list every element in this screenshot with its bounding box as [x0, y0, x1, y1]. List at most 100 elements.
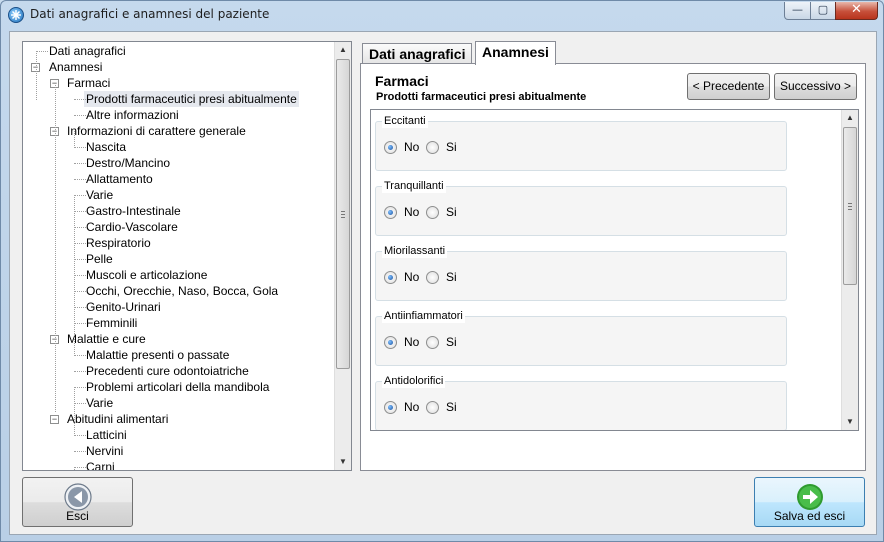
- group-title: Eccitanti: [382, 115, 428, 128]
- radio-si[interactable]: [426, 141, 439, 154]
- app-window: Dati anagrafici e anamnesi del paziente …: [0, 0, 884, 542]
- tree-connector: [74, 227, 86, 228]
- tree-connector: [74, 195, 86, 196]
- tree-connector: [74, 387, 75, 436]
- radio-no[interactable]: [384, 401, 397, 414]
- radio-no-label[interactable]: No: [404, 400, 419, 415]
- tree-item[interactable]: Altre informazioni: [84, 107, 181, 123]
- tree-item[interactable]: Abitudini alimentari: [65, 411, 170, 427]
- close-button[interactable]: ✕: [835, 2, 878, 20]
- tree-item[interactable]: Femminili: [84, 315, 139, 331]
- title-bar[interactable]: Dati anagrafici e anamnesi del paziente …: [1, 1, 883, 27]
- radio-si-label[interactable]: Si: [446, 335, 457, 350]
- next-button[interactable]: Successivo >: [774, 73, 857, 100]
- tree-item[interactable]: Problemi articolari della mandibola: [84, 379, 271, 395]
- forward-arrow-icon: [796, 483, 824, 511]
- exit-button[interactable]: Esci: [22, 477, 133, 527]
- tree-item[interactable]: Varie: [84, 187, 115, 203]
- tree-connector: [74, 371, 86, 372]
- tree-item[interactable]: Malattie presenti o passate: [84, 347, 231, 363]
- tree-item[interactable]: Prodotti farmaceutici presi abitualmente: [84, 91, 299, 107]
- tree-item[interactable]: Allattamento: [84, 171, 155, 187]
- radio-si[interactable]: [426, 206, 439, 219]
- maximize-button[interactable]: ▢: [810, 2, 836, 20]
- scroll-down-icon[interactable]: ▼: [335, 454, 351, 470]
- tree-content: Dati anagrafici Anamnesi − Farmaci − Prodotti…: [23, 42, 335, 470]
- radio-si[interactable]: [426, 271, 439, 284]
- radio-si-label[interactable]: Si: [446, 270, 457, 285]
- radio-si-label[interactable]: Si: [446, 140, 457, 155]
- tree-item[interactable]: Destro/Mancino: [84, 155, 172, 171]
- tree-item[interactable]: Malattie e cure: [65, 331, 148, 347]
- tree-item[interactable]: Farmaci: [65, 75, 112, 91]
- scroll-down-icon[interactable]: ▼: [842, 414, 858, 430]
- tree-item[interactable]: Pelle: [84, 251, 115, 267]
- radio-no-label[interactable]: No: [404, 140, 419, 155]
- tree-item[interactable]: Occhi, Orecchie, Naso, Bocca, Gola: [84, 283, 280, 299]
- radio-no-label[interactable]: No: [404, 205, 419, 220]
- anamnesi-panel: Farmaci Prodotti farmaceutici presi abit…: [360, 63, 866, 471]
- back-arrow-icon: [63, 483, 92, 511]
- group-title: Antiinfiammatori: [382, 310, 465, 323]
- tab-anamnesi[interactable]: Anamnesi: [475, 41, 556, 65]
- questions-scrollbar[interactable]: ▲ ▼: [841, 110, 858, 430]
- close-icon: ✕: [851, 2, 862, 17]
- tree-scroll-thumb[interactable]: [336, 59, 350, 369]
- scroll-up-icon[interactable]: ▲: [842, 110, 858, 126]
- collapse-icon[interactable]: −: [50, 415, 59, 424]
- tree-item[interactable]: Latticini: [84, 427, 129, 443]
- radio-no-label[interactable]: No: [404, 270, 419, 285]
- tree-scrollbar[interactable]: ▲ ▼: [334, 42, 351, 470]
- tree-item[interactable]: Nascita: [84, 139, 128, 155]
- tree-connector: [74, 243, 86, 244]
- radio-si[interactable]: [426, 336, 439, 349]
- tree-connector: [74, 211, 86, 212]
- radio-si[interactable]: [426, 401, 439, 414]
- tree-item[interactable]: Cardio-Vascolare: [84, 219, 180, 235]
- tree-item[interactable]: Anamnesi: [47, 59, 104, 75]
- tree-connector: [74, 403, 86, 404]
- tree-item[interactable]: Muscoli e articolazione: [84, 267, 209, 283]
- navigation-tree[interactable]: Dati anagrafici Anamnesi − Farmaci − Prodotti…: [22, 41, 352, 471]
- maximize-icon: ▢: [817, 3, 829, 16]
- app-icon: [8, 7, 24, 23]
- save-label: Salva ed esci: [773, 509, 846, 523]
- tab-dati-anagrafici[interactable]: Dati anagrafici: [362, 43, 473, 65]
- tree-item[interactable]: Genito-Urinari: [84, 299, 163, 315]
- tree-item[interactable]: Dati anagrafici: [47, 43, 128, 59]
- tree-item[interactable]: Gastro-Intestinale: [84, 203, 183, 219]
- tree-item[interactable]: Respiratorio: [84, 235, 153, 251]
- radio-no-label[interactable]: No: [404, 335, 419, 350]
- radio-si-label[interactable]: Si: [446, 205, 457, 220]
- tree-connector: [74, 323, 86, 324]
- tree-connector: [36, 51, 37, 100]
- previous-button[interactable]: < Precedente: [687, 73, 770, 100]
- tree-item[interactable]: Carni: [84, 459, 117, 470]
- save-and-exit-button[interactable]: Salva ed esci: [754, 477, 865, 527]
- tree-item[interactable]: Precedenti cure odontoiatriche: [84, 363, 251, 379]
- tree-connector: [74, 467, 86, 468]
- scroll-up-icon[interactable]: ▲: [335, 42, 351, 58]
- tree-item[interactable]: Informazioni di carattere generale: [65, 123, 248, 139]
- radio-no[interactable]: [384, 141, 397, 154]
- tree-connector: [74, 467, 75, 470]
- radio-no[interactable]: [384, 336, 397, 349]
- questions-scroll-area[interactable]: Eccitanti No Si Tranquillanti No Si Miorilassa…: [370, 109, 859, 431]
- questions-scroll-thumb[interactable]: [843, 127, 857, 285]
- tree-connector: [74, 307, 86, 308]
- radio-no[interactable]: [384, 271, 397, 284]
- tree-connector: [55, 83, 56, 412]
- tree-connector: [74, 355, 86, 356]
- tree-connector: [74, 115, 86, 116]
- tree-connector: [74, 131, 75, 148]
- tree-item[interactable]: Varie: [84, 395, 115, 411]
- radio-no[interactable]: [384, 206, 397, 219]
- tree-connector: [74, 275, 86, 276]
- radio-si-label[interactable]: Si: [446, 400, 457, 415]
- section-subtitle: Prodotti farmaceutici presi abitualmente: [376, 91, 587, 103]
- tree-item[interactable]: Nervini: [84, 443, 125, 459]
- minimize-button[interactable]: —: [784, 2, 811, 20]
- tree-connector: [74, 195, 75, 356]
- question-group: Antiinfiammatori No Si: [375, 310, 787, 366]
- tree-connector: [36, 51, 48, 52]
